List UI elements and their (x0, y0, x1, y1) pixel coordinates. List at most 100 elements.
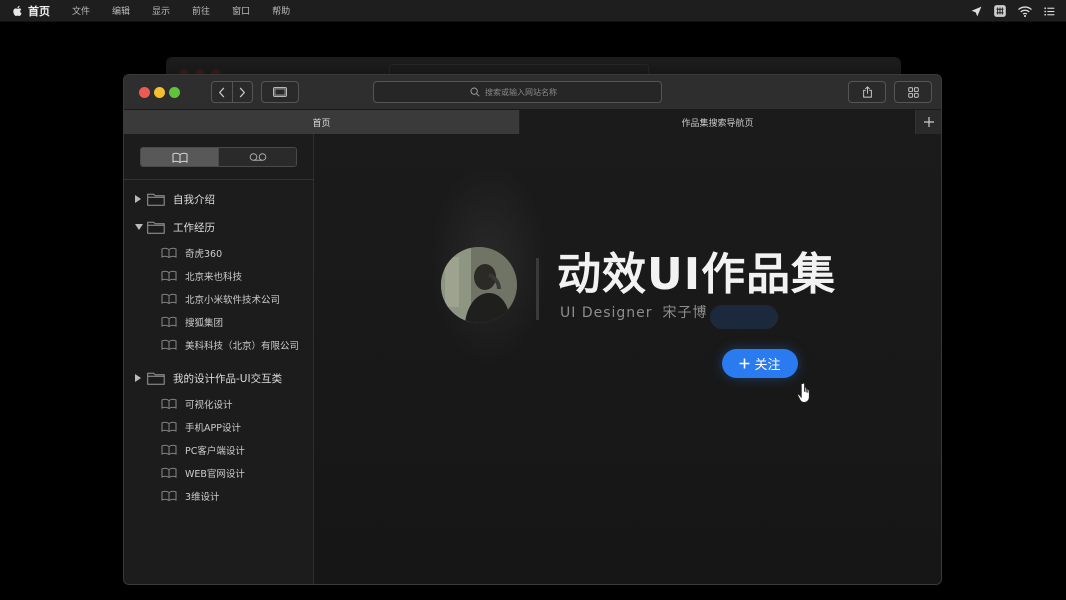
book-icon (161, 316, 177, 327)
bookmark-label: 手机APP设计 (185, 422, 241, 434)
sidebar-toggle-button[interactable] (261, 81, 299, 103)
tab-bar: 首页 作品集搜索导航页 (124, 110, 941, 134)
bookmark-item[interactable]: WEB官网设计 (124, 461, 314, 484)
book-icon (161, 467, 177, 478)
bookmark-item[interactable]: 3维设计 (124, 484, 314, 507)
hero-title: 动效UI作品集 (557, 249, 837, 300)
book-icon (161, 421, 177, 432)
sidebar-icon (273, 87, 287, 97)
menu-bar: 首页 文件 编辑 显示 前往 窗口 帮助 (0, 0, 1066, 22)
plus-icon (923, 117, 934, 127)
folder-icon (147, 221, 165, 234)
tab-home[interactable]: 首页 (124, 110, 521, 134)
bookmarks-segment[interactable] (141, 148, 218, 166)
menu-window[interactable]: 窗口 (232, 4, 250, 17)
back-button[interactable] (212, 82, 232, 102)
apple-logo-icon[interactable] (12, 5, 24, 17)
tab-overview-button[interactable] (894, 81, 932, 103)
sidebar: 自我介绍 工作经历 奇虎360 北京来也科技 北京小米软件技术公司 搜狐集团 美… (124, 134, 314, 584)
page-content: 动效UI作品集 UI Designer 宋子博 关注 (314, 134, 941, 584)
bookmark-item[interactable]: 可视化设计 (124, 392, 314, 415)
chevron-left-icon (218, 87, 225, 97)
folder-icon (147, 372, 165, 385)
bookmark-label: PC客户端设计 (185, 445, 245, 457)
menu-view[interactable]: 显示 (152, 4, 170, 17)
bookmark-item[interactable]: 美科科技（北京）有限公司 (124, 333, 314, 356)
subtitle-role: UI Designer (560, 305, 653, 321)
reading-list-icon (249, 153, 266, 161)
menu-go[interactable]: 前往 (192, 4, 210, 17)
folder-label: 我的设计作品-UI交互类 (173, 372, 283, 385)
grid-app-icon[interactable] (993, 4, 1007, 18)
bookmark-item[interactable]: 奇虎360 (124, 241, 314, 264)
forward-button[interactable] (231, 82, 253, 102)
sidebar-segmented-control (140, 147, 297, 167)
menu-edit[interactable]: 编辑 (112, 4, 130, 17)
zoom-window-button[interactable] (169, 87, 180, 98)
book-icon (161, 339, 177, 350)
bookmark-label: 搜狐集团 (185, 317, 224, 329)
list-icon[interactable] (1043, 5, 1056, 18)
bookmark-label: 美科科技（北京）有限公司 (185, 340, 300, 352)
folder-icon (147, 193, 165, 206)
book-icon (161, 293, 177, 304)
browser-window: 首页 作品集搜索导航页 (123, 74, 942, 585)
bookmark-label: 北京小米软件技术公司 (185, 294, 281, 306)
tab-portfolio-search[interactable]: 作品集搜索导航页 (520, 110, 917, 134)
share-button[interactable] (848, 81, 886, 103)
bookmark-item[interactable]: 手机APP设计 (124, 415, 314, 438)
folder-label: 工作经历 (173, 221, 215, 234)
plus-icon (740, 358, 750, 369)
disclosure-collapsed-icon[interactable] (135, 374, 144, 382)
navigation-buttons (211, 81, 253, 103)
chevron-right-icon (239, 87, 246, 97)
bookmark-label: WEB官网设计 (185, 468, 245, 480)
close-window-button[interactable] (139, 87, 150, 98)
bookmark-item[interactable]: 北京小米软件技术公司 (124, 287, 314, 310)
tab-grid-icon (907, 86, 919, 98)
bookmark-label: 可视化设计 (185, 399, 233, 411)
bookmark-tree: 自我介绍 工作经历 奇虎360 北京来也科技 北京小米软件技术公司 搜狐集团 美… (124, 185, 314, 507)
bookmark-item[interactable]: 搜狐集团 (124, 310, 314, 333)
minimize-window-button[interactable] (154, 87, 165, 98)
ghost-follow-shadow (710, 305, 778, 329)
hero-subtitle: UI Designer 宋子博 (560, 302, 708, 322)
subtitle-name: 宋子博 (662, 305, 708, 321)
bookmark-item[interactable]: PC客户端设计 (124, 438, 314, 461)
address-input[interactable] (485, 87, 565, 97)
book-icon (161, 270, 177, 281)
folder-label: 自我介绍 (173, 193, 215, 206)
hand-pointer-icon (797, 382, 810, 403)
search-icon (470, 87, 480, 97)
menu-file[interactable]: 文件 (72, 4, 90, 17)
book-icon (161, 444, 177, 455)
window-toolbar (124, 75, 941, 110)
avatar (441, 247, 517, 323)
address-bar[interactable] (373, 81, 662, 103)
location-arrow-icon[interactable] (970, 5, 983, 18)
reading-list-segment[interactable] (218, 148, 296, 166)
bookmarks-icon (172, 152, 187, 163)
book-icon (161, 398, 177, 409)
sidebar-divider (124, 179, 314, 180)
app-name[interactable]: 首页 (28, 3, 50, 19)
avatar-portrait-image (441, 247, 517, 323)
status-icons (970, 0, 1056, 22)
folder-my-design-works[interactable]: 我的设计作品-UI交互类 (124, 364, 314, 392)
folder-work-experience[interactable]: 工作经历 (124, 213, 314, 241)
follow-label: 关注 (754, 358, 781, 373)
new-tab-button[interactable] (916, 110, 941, 134)
bookmark-label: 奇虎360 (185, 248, 223, 260)
wifi-icon[interactable] (1017, 5, 1033, 18)
bookmark-item[interactable]: 北京来也科技 (124, 264, 314, 287)
follow-button[interactable]: 关注 (722, 349, 798, 378)
bookmark-label: 北京来也科技 (185, 271, 243, 283)
folder-self-intro[interactable]: 自我介绍 (124, 185, 314, 213)
book-icon (161, 247, 177, 258)
disclosure-expanded-icon[interactable] (135, 224, 144, 230)
menu-help[interactable]: 帮助 (272, 4, 290, 17)
disclosure-collapsed-icon[interactable] (135, 195, 144, 203)
title-separator (536, 258, 539, 320)
book-icon (161, 490, 177, 501)
bookmark-label: 3维设计 (185, 491, 220, 503)
